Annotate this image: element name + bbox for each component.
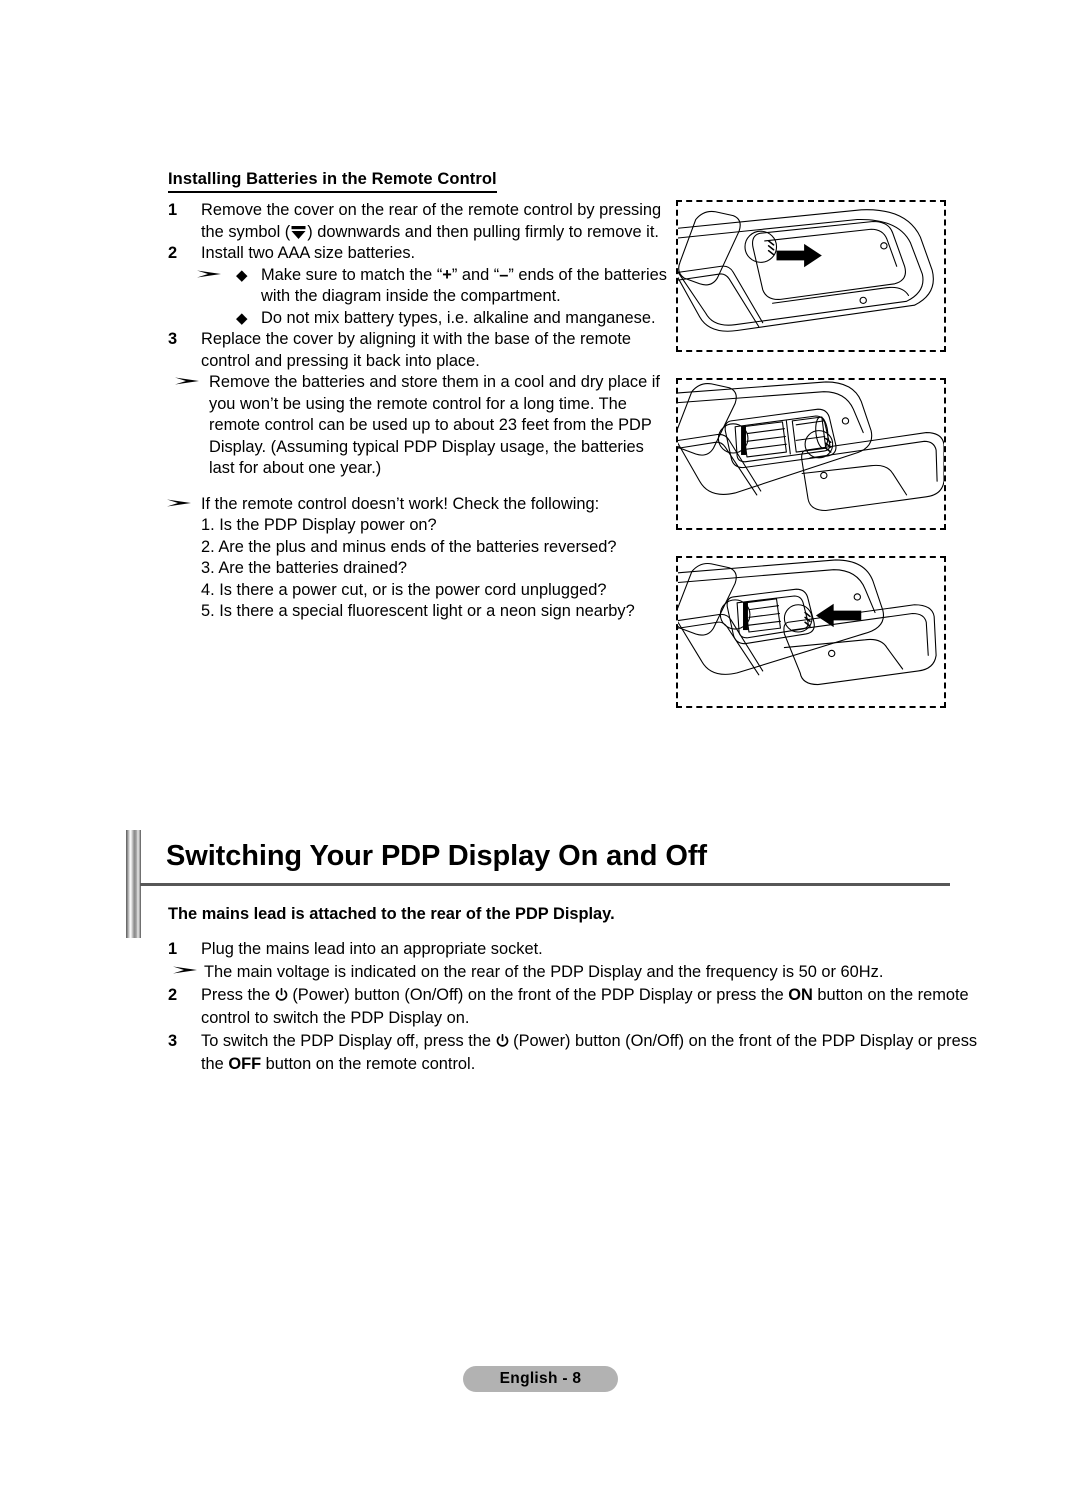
pdp-step-3-part-1: To switch the PDP Display off, press the <box>201 1032 496 1050</box>
battery-section-heading: Installing Batteries in the Remote Contr… <box>168 170 497 193</box>
pdp-step-2-part-1: Press the <box>201 986 275 1004</box>
diagram-remote-cover-slide-on <box>676 556 946 708</box>
pdp-step-1-text: Plug the mains lead into an appropriate … <box>201 940 543 958</box>
subitem-text-1: Make sure to match the “ <box>261 265 443 284</box>
checklist-item: 4. Is there a power cut, or is the power… <box>201 580 607 599</box>
pdp-subtitle: The mains lead is attached to the rear o… <box>168 905 615 923</box>
diamond-bullet-icon: ◆ <box>236 266 248 284</box>
step-number: 3 <box>168 330 178 348</box>
arrow-bullet-icon <box>172 960 198 980</box>
power-icon <box>496 1034 509 1048</box>
title-divider <box>140 883 950 886</box>
pdp-step-3: 3 To switch the PDP Display off, press th… <box>168 1030 988 1076</box>
step-2-text: Install two AAA size batteries. <box>201 244 416 262</box>
battery-steps-list: 1 Remove the cover on the rear of the re… <box>166 200 668 623</box>
troubleshoot-intro: If the remote control doesn’t work! Chec… <box>166 493 668 516</box>
troubleshoot-checklist: 1. Is the PDP Display power on? 2. Are t… <box>168 515 668 623</box>
step-number: 3 <box>168 1032 178 1050</box>
battery-step-3: 3 Replace the cover by aligning it with … <box>168 329 668 372</box>
diagram-remote-cover-slide-off <box>676 200 946 352</box>
battery-step-1: 1 Remove the cover on the rear of the re… <box>168 200 668 243</box>
page-title: Switching Your PDP Display On and Off <box>166 840 707 872</box>
arrow-bullet-icon <box>196 264 222 284</box>
step-number: 1 <box>168 201 178 219</box>
pdp-step-1-note: The main voltage is indicated on the rea… <box>168 961 988 984</box>
checklist-item: 3. Are the batteries drained? <box>201 559 407 577</box>
pdp-step-2-on-label: ON <box>788 986 813 1004</box>
pdp-steps-list: 1 Plug the mains lead into an appropriat… <box>168 938 988 1076</box>
battery-step-3-note-text: Remove the batteries and store them in a… <box>209 373 660 477</box>
power-icon <box>275 988 288 1002</box>
pdp-step-1: 1 Plug the mains lead into an appropriat… <box>168 938 988 961</box>
pdp-step-2: 2 Press the (Power) button (On/Off) on th… <box>168 984 988 1030</box>
step-1-text-after-symbol: ) downwards and then pulling firmly to r… <box>307 222 659 241</box>
pdp-step-3-part-3: button on the remote control. <box>261 1055 476 1073</box>
step-number: 1 <box>168 940 178 958</box>
section-accent-bar <box>126 830 141 938</box>
subitem-bold-plus: + <box>442 265 452 284</box>
diagram-remote-battery-compartment-open <box>676 378 946 530</box>
step-number: 2 <box>168 986 178 1004</box>
arrow-bullet-icon <box>166 493 192 513</box>
checklist-item: 5. Is there a special fluorescent light … <box>201 602 635 620</box>
step-number: 2 <box>168 244 178 262</box>
page-footer-badge: English - 8 <box>463 1366 618 1392</box>
checklist-item: 1. Is the PDP Display power on? <box>201 516 437 534</box>
battery-step-2: 2 Install two AAA size batteries. <box>168 243 668 265</box>
subitem-text-2: ” and “ <box>451 265 500 284</box>
pdp-step-3-off-label: OFF <box>228 1055 262 1073</box>
step-3-text: Replace the cover by aligning it with th… <box>201 330 632 370</box>
troubleshoot-intro-text: If the remote control doesn’t work! Chec… <box>201 494 600 513</box>
checklist-item: 2. Are the plus and minus ends of the ba… <box>201 537 617 556</box>
pdp-step-2-part-2: (Power) button (On/Off) on the front of … <box>287 986 789 1004</box>
pdp-step-1-note-text: The main voltage is indicated on the rea… <box>204 963 884 981</box>
arrow-right-icon <box>776 243 822 268</box>
latch-down-symbol-icon <box>290 225 307 240</box>
battery-step-3-note: Remove the batteries and store them in a… <box>168 372 668 480</box>
diamond-bullet-icon: ◆ <box>236 309 248 327</box>
subitem-text: Do not mix battery types, i.e. alkaline … <box>261 308 656 327</box>
arrow-bullet-icon <box>174 371 200 391</box>
battery-step-2-subitem-1: ◆ Make sure to match the “+” and “–” end… <box>168 265 668 308</box>
subitem-bold-minus: – <box>499 265 509 284</box>
battery-step-2-subitem-2: ◆ Do not mix battery types, i.e. alkalin… <box>168 308 668 330</box>
